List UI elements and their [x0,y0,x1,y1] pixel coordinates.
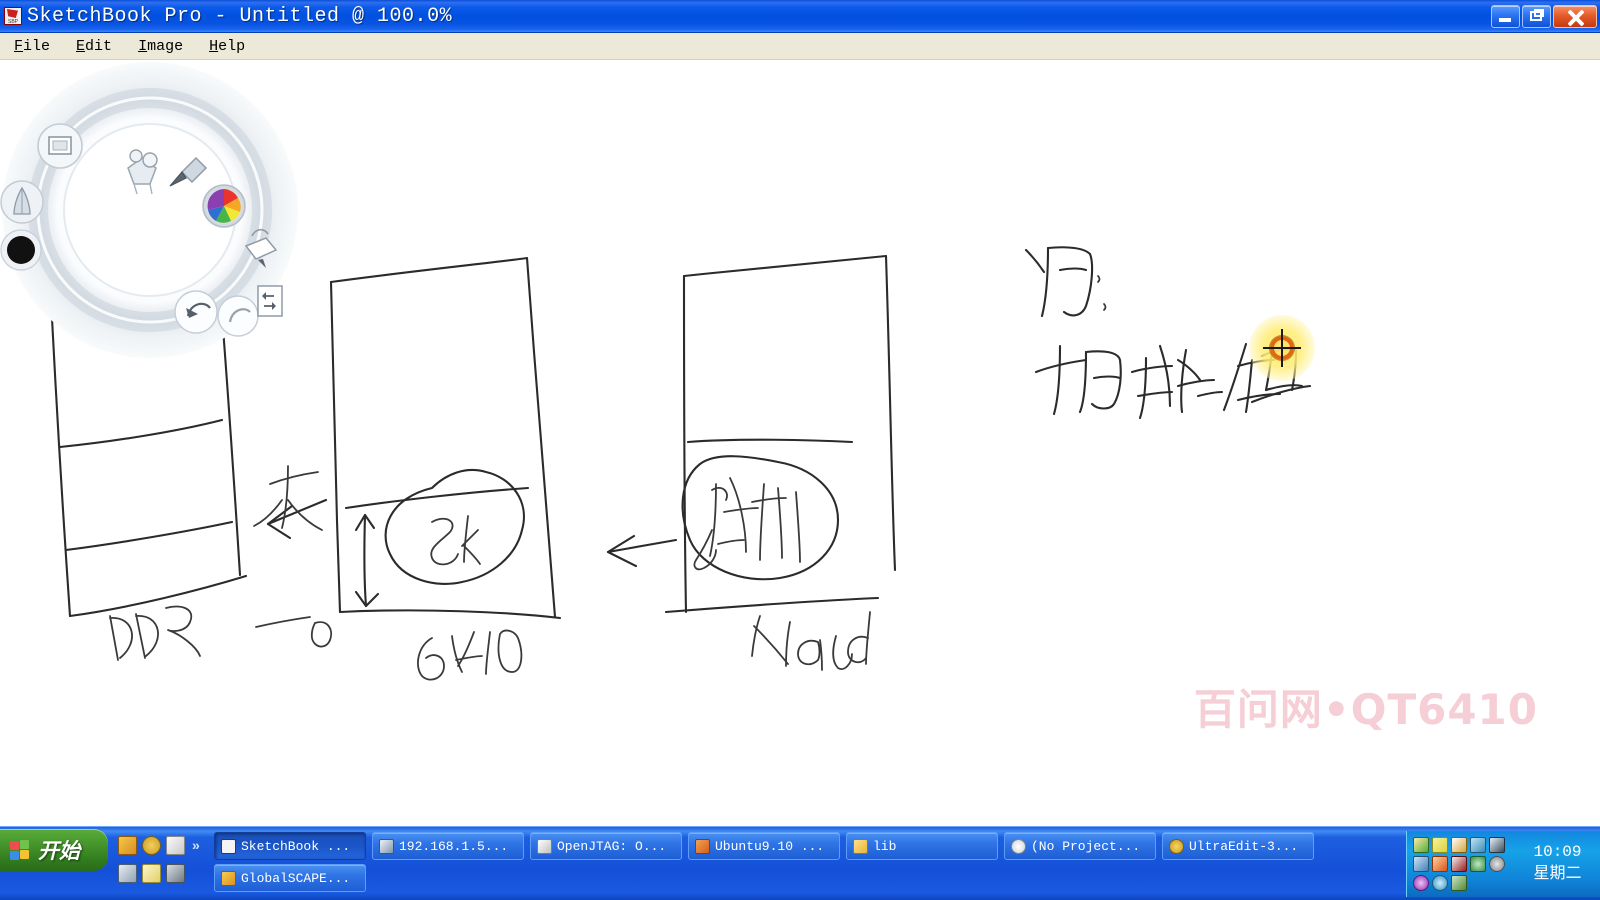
task-button-telnet[interactable]: 192.168.1.5... [372,832,524,860]
menu-accel-image: I [138,37,148,55]
tray-clock[interactable]: 10:09 星期二 [1515,842,1600,885]
volume-icon[interactable] [1432,856,1448,872]
task-label-telnet: 192.168.1.5... [399,838,509,854]
minimize-icon [1499,17,1511,22]
ubuntu-icon [695,838,710,854]
menu-item-file[interactable]: File [2,36,62,57]
globalscape-icon[interactable] [118,835,137,855]
task-button-openjtag[interactable]: OpenJTAG: O... [530,832,682,860]
system-tray: 10:09 星期二 [1406,831,1600,897]
menu-accel-help: H [209,37,219,55]
vnc-icon[interactable] [118,863,137,883]
task-label-ubuntu: Ubuntu9.10 ... [715,838,825,854]
window-title: SketchBook Pro - Untitled @ 100.0% [27,4,453,28]
menu-label-edit-rest: dit [85,37,113,55]
task-row-2: GlobalSCAPE... [214,864,1404,892]
sketchbook-pro-icon [4,7,22,25]
menu-accel-edit: E [76,37,86,55]
minimize-button[interactable] [1491,4,1520,28]
terminal-icon [379,838,394,854]
quick-launch-row-2 [116,859,208,887]
clock-time: 10:09 [1533,843,1582,862]
start-button-label: 开始 [38,839,80,863]
project-icon [1011,838,1026,854]
notepad-icon[interactable] [1432,837,1448,853]
menu-bar: File Edit Image Help [0,33,1600,60]
window-titlebar[interactable]: SketchBook Pro - Untitled @ 100.0% [0,0,1600,33]
folder-icon [853,838,868,854]
openjtag-icon [537,838,552,854]
clock-day: 星期二 [1533,865,1582,883]
task-button-ultraedit[interactable]: UltraEdit-3... [1162,832,1314,860]
globalscape-icon [221,870,236,886]
antivirus-icon[interactable] [1489,856,1505,872]
task-button-area: SketchBook ... 192.168.1.5... OpenJTAG: … [214,832,1404,896]
print-icon[interactable] [1413,856,1429,872]
battery-icon[interactable] [1451,856,1467,872]
network-icon[interactable] [1470,837,1486,853]
task-label-ultraedit: UltraEdit-3... [1189,838,1299,854]
window-controls [1491,4,1597,28]
task-label-sketchbook: SketchBook ... [241,838,351,854]
task-label-openjtag: OpenJTAG: O... [557,838,667,854]
menu-label-image-rest: mage [147,37,184,55]
restore-icon-back [1534,8,1544,17]
quick-launch-overflow[interactable]: » [192,837,200,853]
quick-launch-row-1: » [116,831,208,859]
windows-flag-icon [10,839,31,861]
task-row-1: SketchBook ... 192.168.1.5... OpenJTAG: … [214,832,1404,860]
start-button[interactable]: 开始 [0,829,108,871]
watermark: 百问网•QT6410 [1193,685,1538,734]
ultraedit-icon[interactable] [142,835,161,855]
task-label-project: (No Project... [1031,838,1141,854]
task-button-sketchbook[interactable]: SketchBook ... [214,832,366,860]
close-button[interactable] [1553,4,1597,28]
menu-label-help-rest: elp [218,37,246,55]
task-button-project[interactable]: (No Project... [1004,832,1156,860]
task-button-lib[interactable]: lib [846,832,998,860]
menu-accel-file: F [14,37,24,55]
taskbar: 开始 » SketchBook ... 192.168.1.5... OpenJ… [0,826,1600,900]
update-icon[interactable] [1413,837,1429,853]
quick-launch-bar: » [116,831,208,897]
ultraedit-icon [1169,838,1184,854]
menu-item-image[interactable]: Image [126,36,195,57]
tray-icon-group [1407,837,1515,891]
media-icon[interactable] [1413,875,1429,891]
menu-label-file-rest: ile [23,37,51,55]
openjtag-icon[interactable] [166,835,185,855]
task-label-globalscape: GlobalSCAPE... [241,870,351,886]
scanner-icon[interactable] [1451,837,1467,853]
search-icon[interactable] [1432,875,1448,891]
task-label-lib: lib [873,838,897,854]
usb-icon[interactable] [1451,875,1467,891]
printer-icon[interactable] [166,863,185,883]
desktop-root: SketchBook Pro - Untitled @ 100.0% File … [0,0,1600,900]
menu-item-edit[interactable]: Edit [64,36,124,57]
notepad-icon[interactable] [142,863,161,883]
sketch-canvas[interactable]: 百问网•QT6410 [0,60,1600,825]
menu-item-help[interactable]: Help [197,36,257,57]
restore-button[interactable] [1522,4,1551,28]
sketchbook-icon [221,838,236,854]
display-icon[interactable] [1489,837,1505,853]
task-button-globalscape[interactable]: GlobalSCAPE... [214,864,366,892]
shield-icon[interactable] [1470,856,1486,872]
task-button-ubuntu[interactable]: Ubuntu9.10 ... [688,832,840,860]
